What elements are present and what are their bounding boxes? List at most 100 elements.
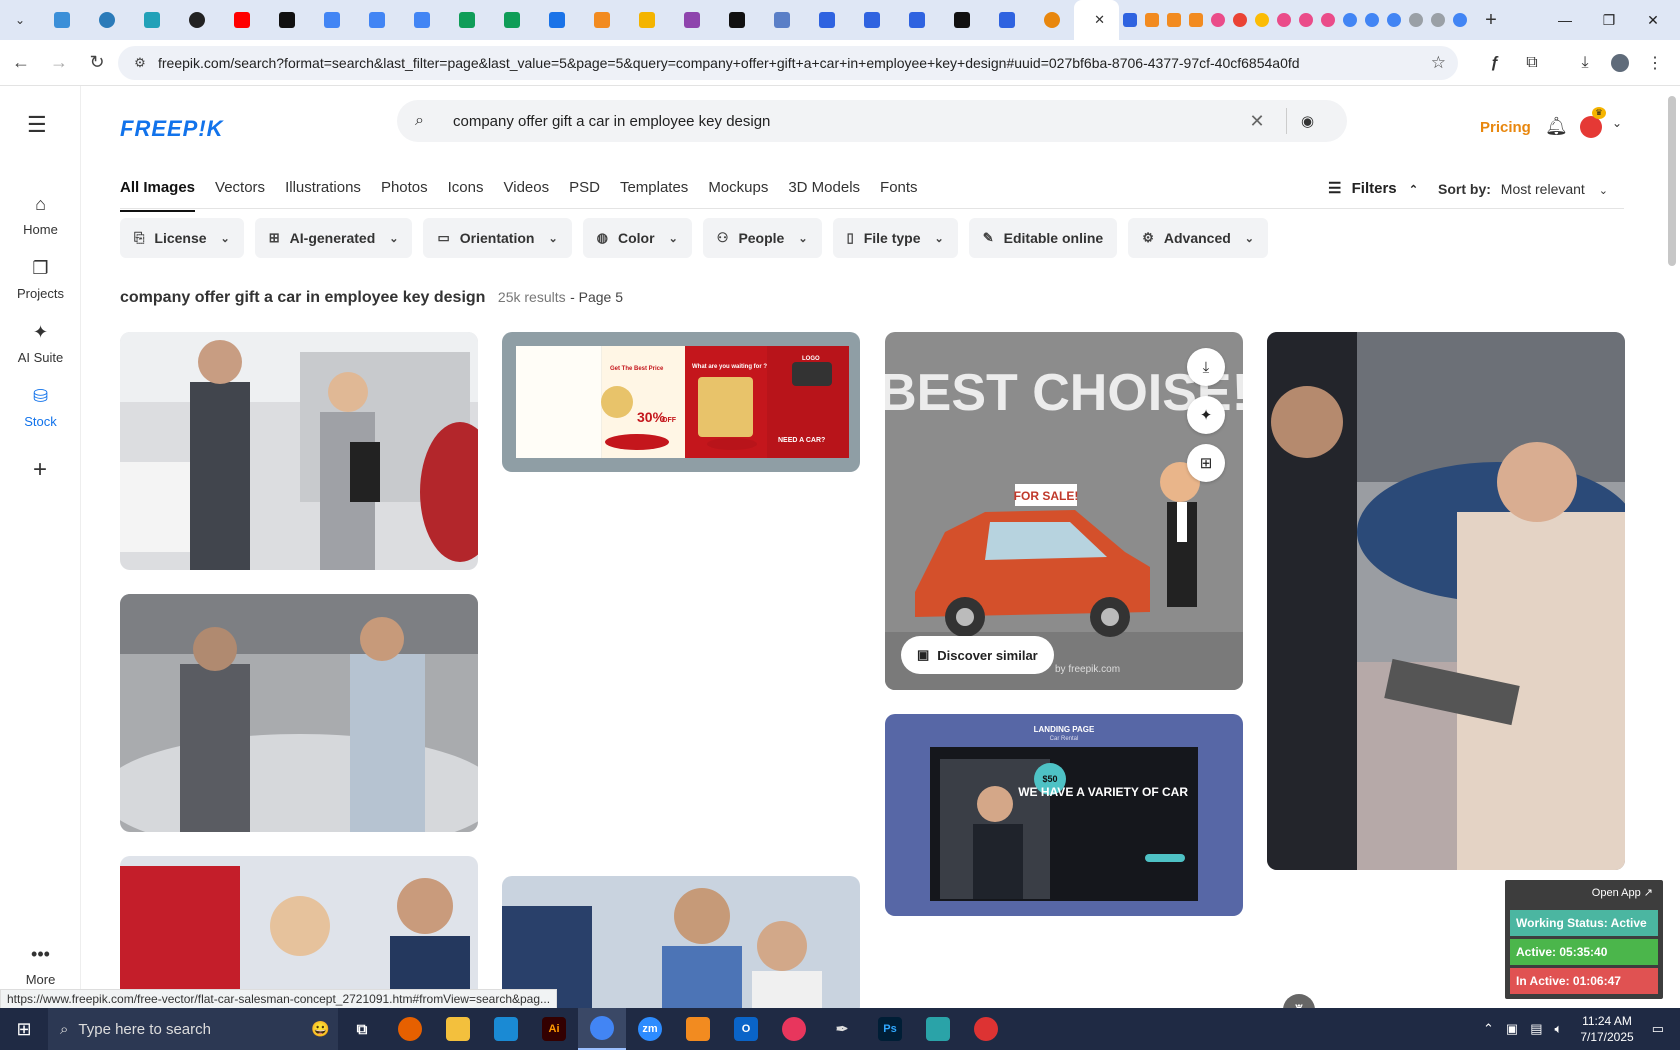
forward-button[interactable]: → <box>42 46 76 80</box>
hamburger-menu-icon[interactable]: ☰ <box>27 112 47 138</box>
taskbar-creative-cloud[interactable] <box>770 1008 818 1050</box>
start-button[interactable]: ⊞ <box>0 1008 48 1050</box>
filter-advanced[interactable]: ⚙ Advanced ⌄ <box>1128 218 1269 258</box>
site-info-icon[interactable]: ⚙ <box>126 55 154 71</box>
download-button[interactable]: ⤓ <box>1187 348 1225 386</box>
browser-tab[interactable] <box>1339 0 1361 40</box>
browser-tab[interactable] <box>1449 0 1471 40</box>
add-button[interactable]: + <box>22 452 58 488</box>
close-tab-icon[interactable]: ✕ <box>1094 12 1105 28</box>
url-bar[interactable]: ⚙ freepik.com/search?format=search&last_… <box>118 46 1458 80</box>
filters-toggle-button[interactable]: ☰ Filters ⌃ <box>1328 179 1418 197</box>
browser-tab[interactable] <box>84 0 129 40</box>
browser-tab[interactable] <box>1383 0 1405 40</box>
browser-tab[interactable] <box>1427 0 1449 40</box>
pricing-link[interactable]: Pricing <box>1480 119 1531 136</box>
search-bar[interactable]: ⌕ company offer gift a car in employee k… <box>397 100 1347 142</box>
discover-similar-button[interactable]: ▣ Discover similar <box>901 636 1054 674</box>
image-card-excited-couple[interactable] <box>120 856 478 1008</box>
browser-tab[interactable] <box>1119 0 1141 40</box>
taskbar-chrome[interactable] <box>578 1008 626 1050</box>
open-app-link[interactable]: Open App ↗ <box>1592 886 1653 899</box>
browser-tab[interactable] <box>894 0 939 40</box>
image-card-signing-car-contract[interactable] <box>1267 332 1625 870</box>
bookmark-star-icon[interactable]: ☆ <box>1431 53 1446 73</box>
taskbar-app[interactable] <box>962 1008 1010 1050</box>
image-card-car-brochure[interactable]: 30% OFF Get The Best Price What are you … <box>502 332 860 472</box>
taskbar-photoshop[interactable]: Ps <box>866 1008 914 1050</box>
browser-tab[interactable] <box>309 0 354 40</box>
browser-tab[interactable] <box>39 0 84 40</box>
browser-tab[interactable] <box>1229 0 1251 40</box>
filter-color[interactable]: ◍ Color ⌄ <box>582 218 692 258</box>
close-window-button[interactable]: ✕ <box>1624 0 1680 40</box>
browser-tab[interactable] <box>804 0 849 40</box>
browser-tab[interactable] <box>849 0 894 40</box>
tray-chevron-up-icon[interactable]: ⌃ <box>1483 1021 1494 1037</box>
page-scrollbar-thumb[interactable] <box>1668 96 1676 266</box>
taskbar-app[interactable] <box>914 1008 962 1050</box>
volume-icon[interactable]: 🔈︎ <box>1555 1021 1563 1037</box>
ai-edit-button[interactable]: ✦ <box>1187 396 1225 434</box>
sidenav-item-stock[interactable]: ⛁ Stock <box>0 386 81 429</box>
browser-tab[interactable] <box>984 0 1029 40</box>
taskbar-search[interactable]: ⌕ Type here to search 😀 <box>48 1008 338 1050</box>
user-avatar[interactable]: ♛ <box>1580 107 1606 138</box>
floating-extension-icon[interactable]: ♜ <box>1283 994 1315 1008</box>
image-card-handshake-showroom[interactable] <box>120 332 478 570</box>
extension-icon[interactable]: ƒ <box>1480 47 1510 79</box>
browser-tab[interactable] <box>1273 0 1295 40</box>
sidenav-item-ai-suite[interactable]: ✦ AI Suite <box>0 322 81 365</box>
browser-tab[interactable] <box>1163 0 1185 40</box>
browser-menu-icon[interactable]: ⋮ <box>1640 47 1670 79</box>
image-card-car-rental-landing[interactable]: LANDING PAGE Car Rental $50 WE HAVE A VA… <box>885 714 1243 916</box>
image-card-handshake-car[interactable] <box>120 594 478 832</box>
sidenav-item-projects[interactable]: ❐ Projects <box>0 258 81 301</box>
browser-tab[interactable] <box>1317 0 1339 40</box>
browser-tab[interactable] <box>579 0 624 40</box>
browser-tab[interactable] <box>759 0 804 40</box>
taskbar-zoom[interactable]: zm <box>626 1008 674 1050</box>
image-card-best-choise-car-salesman[interactable]: BEST CHOISE! FOR SALE! by freepik.com ⤓ … <box>885 332 1243 690</box>
taskbar-clock[interactable]: 11:24 AM 7/17/2025 <box>1580 1013 1633 1045</box>
filter-file-type[interactable]: ▯ File type ⌄ <box>832 218 958 258</box>
browser-tab[interactable] <box>669 0 714 40</box>
browser-tab[interactable] <box>1141 0 1163 40</box>
browser-tab[interactable] <box>174 0 219 40</box>
taskbar-firefox[interactable] <box>386 1008 434 1050</box>
notifications-icon[interactable]: ▭ <box>1652 1021 1664 1037</box>
browser-tab[interactable] <box>1207 0 1229 40</box>
browser-tab[interactable] <box>354 0 399 40</box>
extensions-puzzle-icon[interactable]: ⧉ <box>1517 47 1547 79</box>
task-view-button[interactable]: ⧉ <box>338 1008 386 1050</box>
save-to-collection-button[interactable]: ⊞ <box>1187 444 1225 482</box>
sort-dropdown[interactable]: Sort by: Most relevant ⌄ <box>1438 181 1608 197</box>
reload-button[interactable]: ↻ <box>80 46 114 80</box>
new-tab-button[interactable]: + <box>1477 9 1505 32</box>
freepik-logo[interactable]: FREEP!K <box>120 116 224 142</box>
browser-tab[interactable] <box>939 0 984 40</box>
browser-tab[interactable] <box>1029 0 1074 40</box>
browser-tab[interactable] <box>264 0 309 40</box>
browser-tab[interactable] <box>444 0 489 40</box>
sidenav-item-home[interactable]: ⌂ Home <box>0 194 81 237</box>
profile-avatar-icon[interactable] <box>1605 47 1635 79</box>
taskbar-file-explorer[interactable] <box>434 1008 482 1050</box>
browser-tab[interactable] <box>129 0 174 40</box>
browser-tab[interactable] <box>714 0 759 40</box>
chevron-down-icon[interactable]: ⌄ <box>1612 116 1622 130</box>
download-icon[interactable]: ⤓ <box>1570 47 1600 79</box>
filter-license[interactable]: ⎘ License ⌄ <box>120 218 244 258</box>
camera-search-icon[interactable]: ◉ <box>1301 112 1327 130</box>
network-icon[interactable]: ▤ <box>1530 1021 1542 1037</box>
browser-tab[interactable] <box>1295 0 1317 40</box>
browser-tab[interactable] <box>1361 0 1383 40</box>
taskbar-illustrator[interactable]: Ai <box>530 1008 578 1050</box>
browser-tab[interactable] <box>624 0 669 40</box>
tray-app-icon[interactable]: ▣ <box>1506 1021 1518 1037</box>
filter-ai-generated[interactable]: ⊞ AI-generated ⌄ <box>254 218 413 258</box>
browser-tab[interactable] <box>1185 0 1207 40</box>
browser-tab[interactable] <box>1405 0 1427 40</box>
browser-tab-active[interactable]: ✕ <box>1074 0 1119 40</box>
taskbar-pen-tool[interactable]: ✒ <box>818 1008 866 1050</box>
